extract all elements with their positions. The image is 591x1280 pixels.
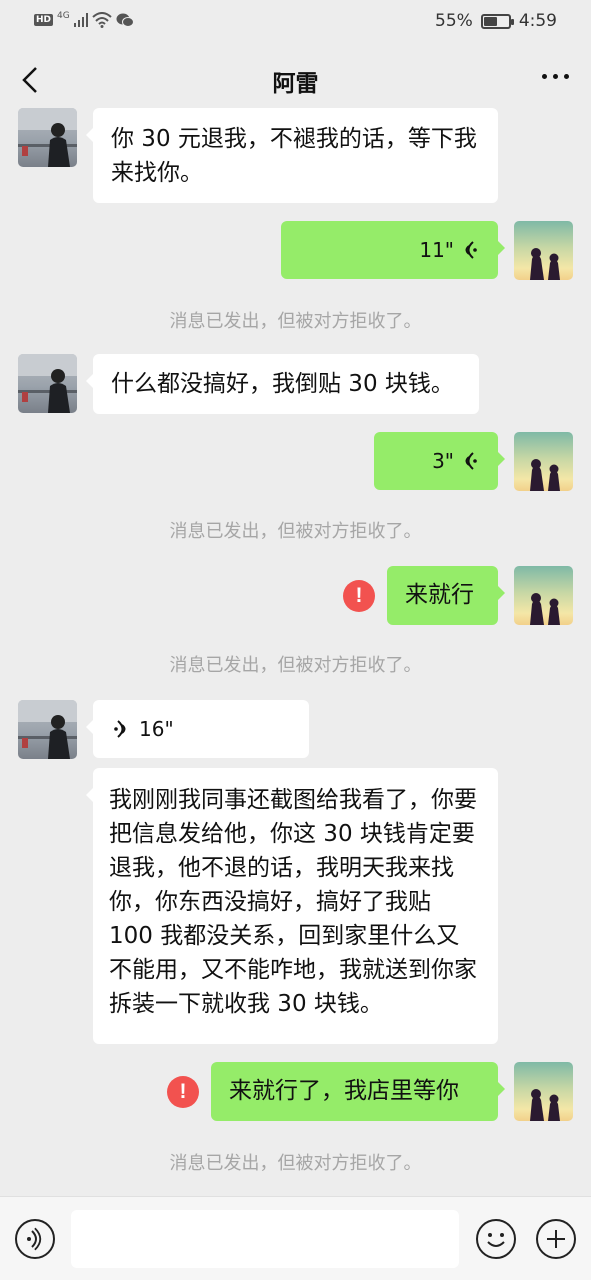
message-text: 什么都没搞好，我倒贴 30 块钱。: [111, 371, 454, 397]
message-bubble[interactable]: 我刚刚我同事还截图给我看了，你要把信息发给他，你这 30 块钱肯定要退我，他不退…: [86, 768, 498, 1044]
error-icon[interactable]: !: [167, 1076, 199, 1108]
status-bar: HD 4G 55% 4:59: [0, 0, 591, 44]
more-dots-icon: [542, 74, 547, 79]
self-avatar[interactable]: [514, 432, 573, 491]
voice-duration: 3": [432, 449, 454, 473]
contact-avatar[interactable]: [18, 354, 77, 413]
emoji-button[interactable]: [476, 1219, 516, 1259]
rejection-notice: 消息已发出，但被对方拒收了。: [169, 1153, 422, 1174]
voice-icon: [27, 1227, 42, 1251]
emoji-icon: [487, 1233, 505, 1247]
message-text: 来就行了，我店里等你: [229, 1078, 459, 1104]
error-icon[interactable]: !: [343, 580, 375, 612]
signal-icon: [73, 13, 88, 27]
rejection-notice: 消息已发出，但被对方拒收了。: [169, 655, 422, 676]
plus-button[interactable]: [536, 1219, 576, 1259]
voice-wave-icon: [465, 452, 477, 470]
battery-fill: [483, 16, 497, 26]
contact-avatar[interactable]: [18, 108, 77, 167]
voice-message-bubble[interactable]: 16": [86, 700, 309, 758]
self-avatar[interactable]: [514, 221, 573, 280]
message-bubble[interactable]: 来就行: [387, 566, 505, 625]
voice-wave-icon: [114, 720, 126, 738]
voice-toggle-button[interactable]: [15, 1219, 55, 1259]
rejection-notice: 消息已发出，但被对方拒收了。: [169, 311, 422, 332]
wifi-icon: [92, 12, 112, 28]
input-bar: [0, 1196, 591, 1280]
message-bubble[interactable]: 你 30 元退我，不褪我的话，等下我来找你。: [86, 108, 498, 203]
self-avatar[interactable]: [514, 566, 573, 625]
self-avatar[interactable]: [514, 1062, 573, 1121]
plus-icon: [547, 1230, 565, 1248]
more-options-button[interactable]: [542, 74, 569, 79]
battery-percent: 55%: [435, 11, 473, 31]
message-input[interactable]: [71, 1210, 459, 1268]
network-label: 4G: [57, 11, 70, 21]
title-bar: 阿雷: [0, 44, 591, 114]
voice-duration: 16": [139, 717, 174, 741]
voice-wave-icon: [465, 241, 477, 259]
message-bubble[interactable]: 什么都没搞好，我倒贴 30 块钱。: [86, 354, 479, 414]
contact-avatar[interactable]: [18, 700, 77, 759]
message-text: 我刚刚我同事还截图给我看了，你要把信息发给他，你这 30 块钱肯定要退我，他不退…: [109, 787, 477, 1017]
status-time: 4:59: [518, 11, 557, 31]
chat-title: 阿雷: [272, 71, 319, 97]
rejection-notice: 消息已发出，但被对方拒收了。: [169, 521, 422, 542]
voice-duration: 11": [419, 238, 454, 262]
message-bubble[interactable]: 来就行了，我店里等你: [211, 1062, 505, 1121]
battery-icon: [480, 13, 514, 29]
message-text: 你 30 元退我，不褪我的话，等下我来找你。: [111, 126, 477, 186]
wechat-icon: [116, 13, 134, 27]
hd-badge: HD: [34, 14, 54, 26]
voice-message-bubble[interactable]: 3": [374, 432, 505, 490]
message-text: 来就行: [405, 582, 474, 608]
voice-message-bubble[interactable]: 11": [281, 221, 505, 279]
